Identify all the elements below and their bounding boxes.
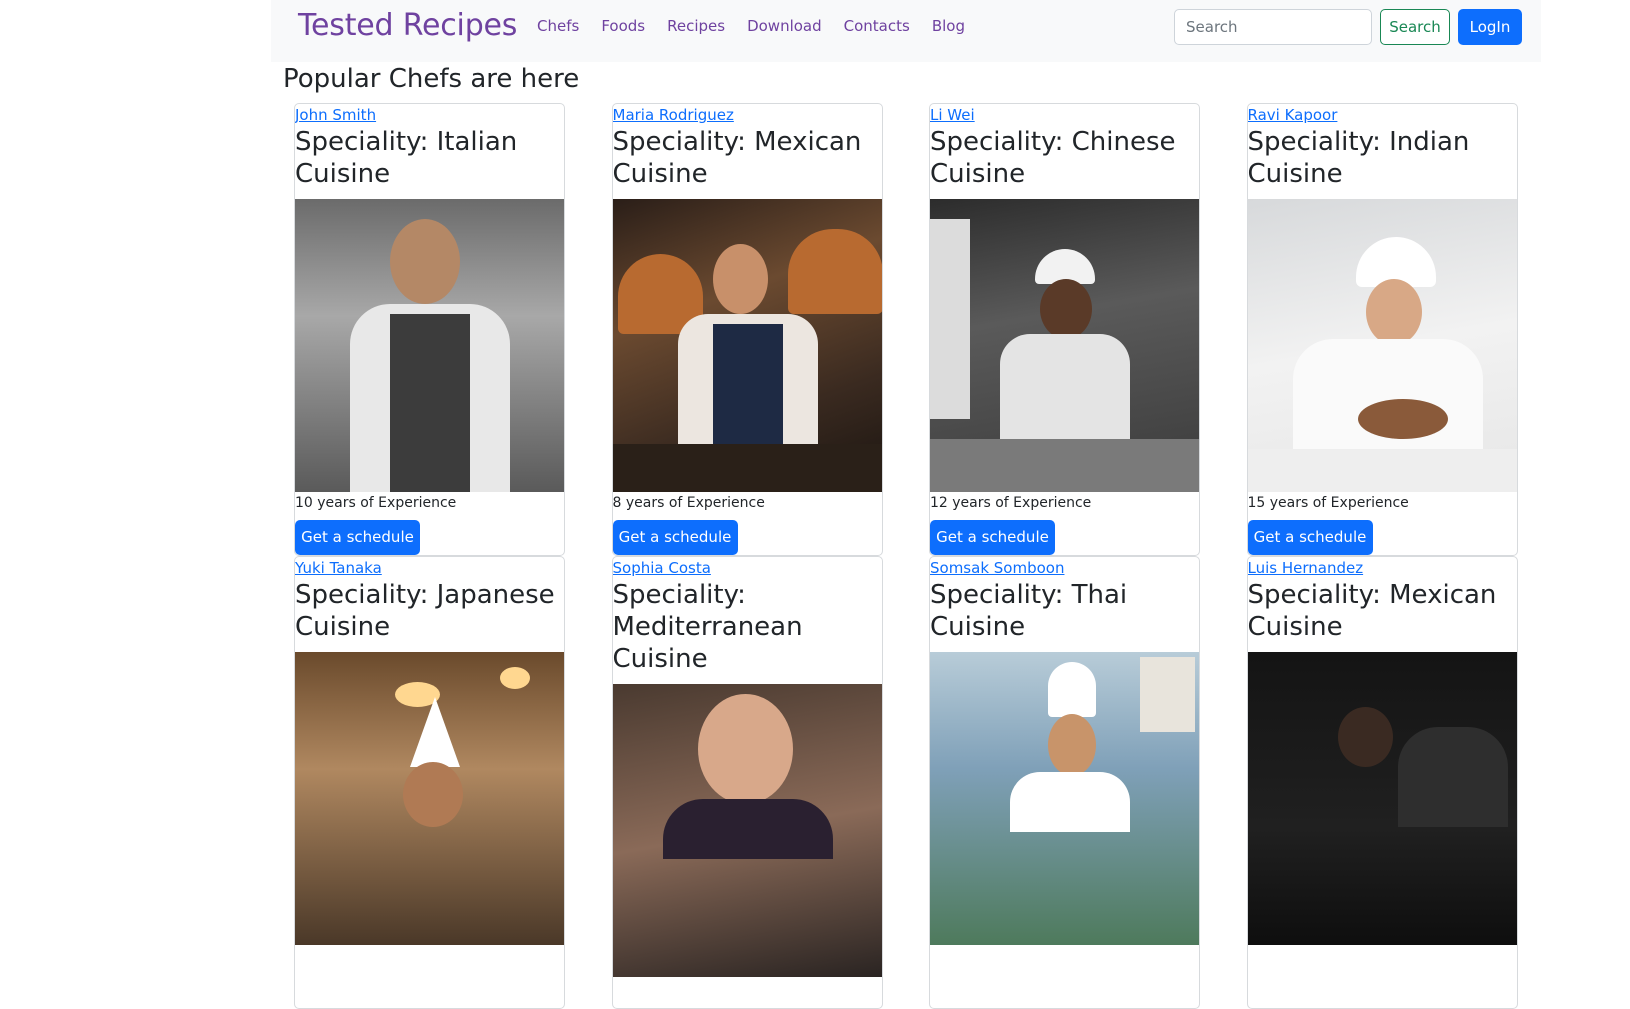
chef-experience: 15 years of Experience [1247, 495, 1409, 511]
chef-card-grid: John Smith Speciality: Italian Cuisine 1… [294, 103, 1518, 1009]
chef-experience [1248, 946, 1517, 968]
chef-experience [295, 946, 564, 968]
nav-link-blog[interactable]: Blog [932, 17, 965, 35]
nav-link-recipes[interactable]: Recipes [667, 17, 725, 35]
page-title: Popular Chefs are here [283, 64, 580, 94]
chef-experience: 10 years of Experience [295, 495, 457, 511]
chef-speciality: Speciality: Thai Cuisine [930, 580, 1128, 642]
chef-speciality: Speciality: Mexican Cuisine [1247, 580, 1497, 642]
get-schedule-button[interactable]: Get a schedule [930, 519, 1055, 555]
chef-card: Maria Rodriguez Speciality: Mexican Cuis… [611, 103, 883, 556]
chef-experience: 8 years of Experience [612, 495, 765, 511]
chef-photo [295, 199, 564, 492]
nav-link-foods[interactable]: Foods [601, 17, 645, 35]
login-button[interactable]: LogIn [1458, 9, 1522, 45]
chef-name-link[interactable]: Maria Rodriguez [613, 104, 882, 126]
chef-card: John Smith Speciality: Italian Cuisine 1… [294, 103, 565, 556]
chef-name-link[interactable]: Luis Hernandez [1248, 557, 1517, 579]
chef-photo [1247, 199, 1517, 492]
chef-speciality: Speciality: Indian Cuisine [1247, 127, 1470, 189]
chef-experience [930, 946, 1199, 968]
chef-name-link[interactable]: Yuki Tanaka [295, 557, 564, 579]
chef-card: Sophia Costa Speciality: Mediterranean C… [611, 556, 883, 1009]
chef-photo [930, 199, 1199, 492]
chef-card: Ravi Kapoor Speciality: Indian Cuisine 1… [1246, 103, 1518, 556]
chef-card: Li Wei Speciality: Chinese Cuisine 12 ye… [929, 103, 1200, 556]
nav-link-contacts[interactable]: Contacts [844, 17, 910, 35]
chef-experience [613, 978, 882, 1000]
chef-speciality: Speciality: Japanese Cuisine [295, 580, 555, 642]
chef-speciality: Speciality: Chinese Cuisine [930, 127, 1176, 189]
chef-name-link[interactable]: Li Wei [930, 104, 1199, 126]
get-schedule-button[interactable]: Get a schedule [612, 519, 738, 555]
chef-photo [612, 199, 882, 492]
chef-name-link[interactable]: Ravi Kapoor [1248, 104, 1517, 126]
get-schedule-button[interactable]: Get a schedule [295, 519, 420, 555]
get-schedule-button[interactable]: Get a schedule [1247, 519, 1373, 555]
brand-logo-link[interactable]: Tested Recipes [298, 8, 517, 43]
chef-card: Somsak Somboon Speciality: Thai Cuisine [929, 556, 1200, 1009]
chef-card: Yuki Tanaka Speciality: Japanese Cuisine [294, 556, 565, 1009]
nav-link-download[interactable]: Download [747, 17, 822, 35]
chef-speciality: Speciality: Italian Cuisine [295, 127, 518, 189]
chef-photo [930, 652, 1199, 945]
chef-card: Luis Hernandez Speciality: Mexican Cuisi… [1246, 556, 1518, 1009]
chef-name-link[interactable]: Sophia Costa [613, 557, 882, 579]
chef-speciality: Speciality: Mediterranean Cuisine [612, 580, 803, 674]
search-button[interactable]: Search [1380, 9, 1450, 45]
chef-photo [295, 652, 564, 945]
chef-name-link[interactable]: Somsak Somboon [930, 557, 1199, 579]
nav-links: Chefs Foods Recipes Download Contacts Bl… [537, 17, 987, 35]
chef-photo [1247, 652, 1517, 945]
nav-link-chefs[interactable]: Chefs [537, 17, 579, 35]
chef-experience: 12 years of Experience [930, 495, 1092, 511]
chef-name-link[interactable]: John Smith [295, 104, 564, 126]
top-navbar: Tested Recipes Chefs Foods Recipes Downl… [271, 0, 1541, 62]
chef-speciality: Speciality: Mexican Cuisine [612, 127, 862, 189]
search-input[interactable] [1174, 9, 1372, 45]
chef-photo [612, 684, 882, 977]
